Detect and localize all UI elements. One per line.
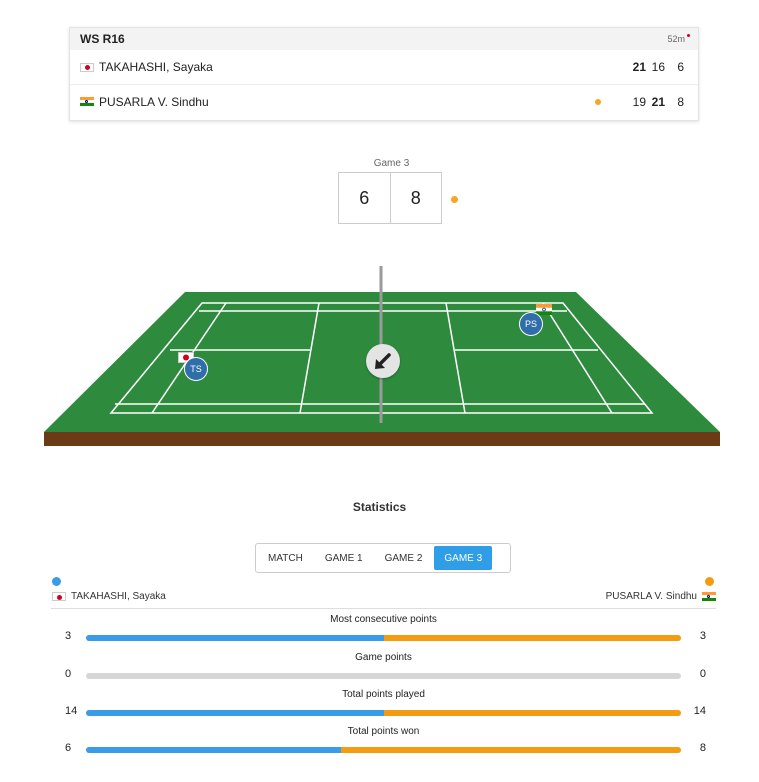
stat-left-value: 0 [65, 668, 72, 680]
player-marker-left: TS [184, 357, 208, 381]
game-score: 21 [632, 60, 646, 74]
duration-text: 52m [667, 34, 685, 44]
game-score: 8 [677, 94, 684, 109]
japan-flag-icon [80, 62, 94, 72]
stat-right-value: 3 [699, 630, 706, 642]
stat-bar [86, 635, 681, 641]
statistics-tabs: MATCH GAME 1 GAME 2 GAME 3 [255, 543, 511, 573]
live-indicator-icon [687, 34, 690, 37]
player-name: TAKAHASHI, Sayaka [99, 60, 213, 74]
stats-left-player-name: TAKAHASHI, Sayaka [71, 591, 166, 602]
stat-row: Game points 0 0 [51, 652, 716, 688]
stat-left-value: 6 [65, 742, 72, 754]
player-row-1: TAKAHASHI, Sayaka 21 16 6 [70, 50, 698, 84]
right-player-color-dot [705, 577, 714, 586]
stat-row: Total points played 14 14 [51, 689, 716, 725]
match-card[interactable]: WS R16 52m TAKAHASHI, Sayaka 21 16 6 PUS… [69, 27, 699, 121]
stat-right-value: 0 [699, 668, 706, 680]
game-score: 16 [651, 60, 665, 74]
tab-game-3[interactable]: GAME 3 [434, 546, 493, 570]
divider [51, 608, 716, 609]
player-scores: 21 16 6 [627, 60, 684, 74]
player-name: PUSARLA V. Sindhu [99, 94, 209, 109]
india-flag-icon [702, 592, 716, 601]
stat-left-value: 14 [65, 705, 78, 717]
stat-label: Total points played [342, 689, 425, 700]
current-game-score: 6 8 [338, 172, 442, 224]
current-game-label: Game 3 [373, 158, 410, 169]
left-player-color-dot [52, 577, 61, 586]
stat-bar [86, 747, 681, 753]
score-right: 8 [389, 173, 442, 223]
statistics-title: Statistics [352, 500, 407, 514]
game-score: 21 [651, 94, 665, 109]
match-duration: 52m [667, 34, 690, 44]
score-left: 6 [359, 187, 370, 208]
tab-game-2[interactable]: GAME 2 [375, 546, 433, 570]
stats-right-player-name: PUSARLA V. Sindhu [605, 591, 697, 602]
stat-label: Total points won [347, 726, 420, 737]
arrow-down-left-icon [375, 353, 391, 369]
stats-right-player: PUSARLA V. Sindhu [606, 591, 716, 602]
serving-indicator-icon [451, 196, 458, 203]
stat-bar [86, 710, 681, 716]
stat-right-value: 14 [693, 705, 706, 717]
stat-bar [86, 673, 681, 679]
stat-label: Game points [355, 652, 412, 663]
stat-label: Most consecutive points [330, 614, 437, 625]
player-row-2: PUSARLA V. Sindhu 19 21 8 [70, 84, 698, 118]
game-score: 19 [632, 94, 646, 109]
stat-right-value: 8 [699, 742, 706, 754]
stat-row: Most consecutive points 3 3 [51, 614, 716, 650]
serving-indicator-icon [595, 99, 601, 105]
round-label: WS R16 [80, 32, 125, 46]
player-scores: 19 21 8 [627, 95, 684, 109]
tab-match[interactable]: MATCH [258, 546, 313, 570]
india-flag-icon [80, 97, 94, 106]
shuttle-direction-indicator [366, 344, 400, 378]
match-header: WS R16 52m [70, 28, 698, 50]
game-score: 6 [677, 60, 684, 74]
stat-left-value: 3 [65, 630, 72, 642]
court-base [44, 432, 720, 446]
stat-row: Total points won 6 8 [51, 726, 716, 762]
japan-flag-icon [52, 592, 66, 601]
player-marker-right: PS [519, 312, 543, 336]
tab-game-1[interactable]: GAME 1 [315, 546, 373, 570]
india-flag-icon [536, 304, 552, 315]
stats-left-player: TAKAHASHI, Sayaka [52, 591, 166, 602]
